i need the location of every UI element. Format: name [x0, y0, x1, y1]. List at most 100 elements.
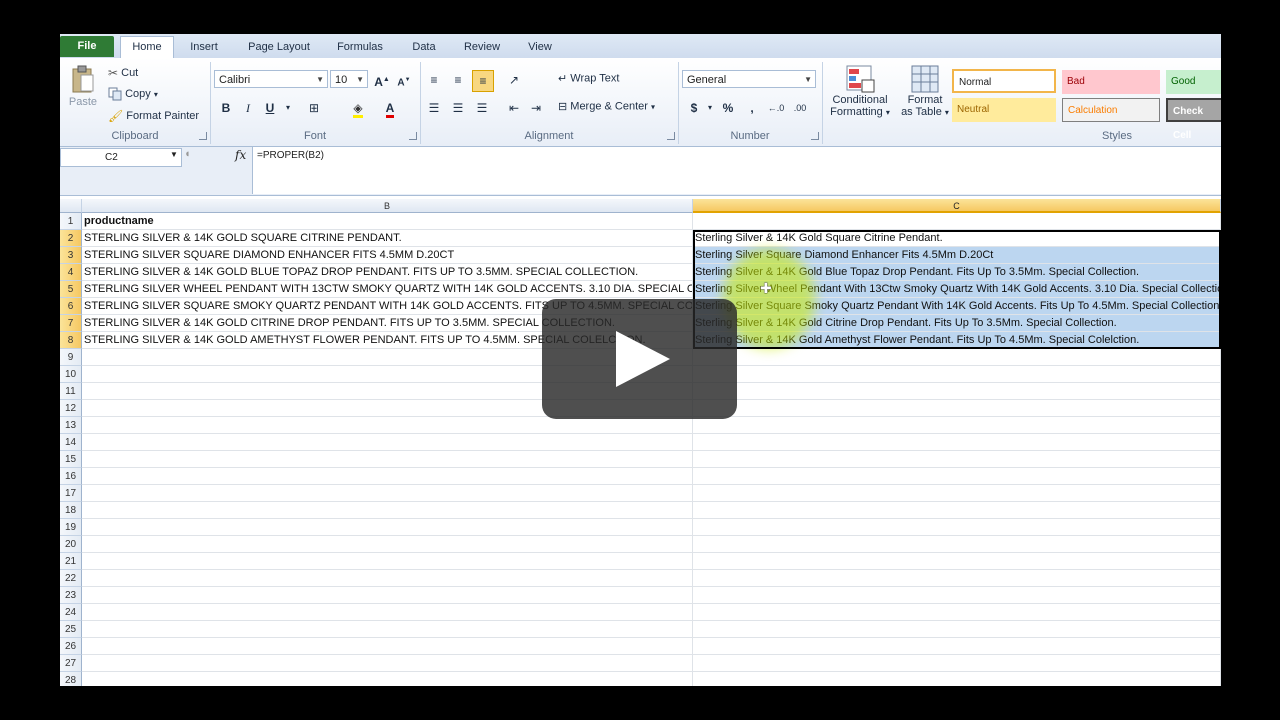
row-header[interactable]: 16 [60, 468, 82, 485]
cell-b[interactable] [82, 638, 693, 655]
row-header[interactable]: 19 [60, 519, 82, 536]
row-header[interactable]: 26 [60, 638, 82, 655]
cell-c[interactable] [693, 621, 1221, 638]
cell-c[interactable] [693, 451, 1221, 468]
cell-c[interactable]: Sterling Silver & 14K Gold Square Citrin… [693, 230, 1221, 247]
style-normal[interactable]: Normal [952, 69, 1056, 93]
cell-c[interactable] [693, 604, 1221, 621]
paste-button[interactable]: Paste [68, 64, 98, 108]
cell-c[interactable] [693, 485, 1221, 502]
cell-c[interactable] [693, 417, 1221, 434]
row-header[interactable]: 1 [60, 213, 82, 230]
increase-indent-button[interactable]: ⇥ [526, 98, 546, 118]
align-center-button[interactable]: ☰ [448, 98, 468, 118]
row-header[interactable]: 17 [60, 485, 82, 502]
bold-button[interactable]: B [216, 98, 236, 118]
row-header[interactable]: 23 [60, 587, 82, 604]
cell-b[interactable]: productname [82, 213, 693, 230]
cell-c[interactable] [693, 434, 1221, 451]
cell-c[interactable] [693, 213, 1221, 230]
row-header[interactable]: 25 [60, 621, 82, 638]
top-align-button[interactable]: ≡ [424, 70, 444, 90]
name-box-dropdown-icon[interactable]: ▼ [170, 150, 178, 159]
cell-c[interactable] [693, 587, 1221, 604]
style-bad[interactable]: Bad [1062, 70, 1160, 94]
bottom-align-button[interactable]: ≡ [472, 70, 494, 92]
select-all-corner[interactable] [60, 199, 82, 213]
cell-b[interactable] [82, 417, 693, 434]
column-header-c[interactable]: C [693, 199, 1221, 213]
style-good[interactable]: Good [1166, 70, 1221, 94]
number-launcher-icon[interactable] [811, 132, 819, 140]
cell-c[interactable]: Sterling Silver Wheel Pendant With 13Ctw… [693, 281, 1221, 298]
row-header[interactable]: 13 [60, 417, 82, 434]
comma-button[interactable]: , [742, 98, 762, 118]
cell-c[interactable]: Sterling Silver & 14K Gold Blue Topaz Dr… [693, 264, 1221, 281]
shrink-font-button[interactable]: A▼ [394, 70, 414, 90]
font-launcher-icon[interactable] [409, 132, 417, 140]
cell-b[interactable] [82, 672, 693, 686]
cell-c[interactable]: Sterling Silver Square Diamond Enhancer … [693, 247, 1221, 264]
tab-file[interactable]: File [60, 36, 114, 57]
currency-dropdown-icon[interactable]: ▾ [700, 98, 720, 118]
row-header[interactable]: 7 [60, 315, 82, 332]
insert-function-icon[interactable]: fx [235, 148, 246, 162]
play-button[interactable] [542, 299, 737, 419]
percent-button[interactable]: % [718, 98, 738, 118]
cut-button[interactable]: ✂ Cut [108, 66, 138, 80]
row-header[interactable]: 14 [60, 434, 82, 451]
align-left-button[interactable]: ☰ [424, 98, 444, 118]
wrap-text-button[interactable]: ↵ Wrap Text [558, 72, 619, 85]
row-header[interactable]: 27 [60, 655, 82, 672]
row-header[interactable]: 9 [60, 349, 82, 366]
cell-c[interactable] [693, 638, 1221, 655]
decrease-indent-button[interactable]: ⇤ [504, 98, 524, 118]
copy-dropdown-icon[interactable]: ▾ [154, 90, 158, 99]
row-header[interactable]: 22 [60, 570, 82, 587]
row-header[interactable]: 24 [60, 604, 82, 621]
row-header[interactable]: 11 [60, 383, 82, 400]
row-header[interactable]: 28 [60, 672, 82, 686]
cell-b[interactable] [82, 604, 693, 621]
format-painter-button[interactable]: 🖌 Format Painter [108, 109, 199, 123]
merge-center-button[interactable]: ⊟ Merge & Center ▾ [558, 100, 655, 113]
cell-b[interactable] [82, 553, 693, 570]
fill-color-button[interactable]: ◈ [348, 98, 368, 118]
tab-data[interactable]: Data [400, 37, 448, 57]
format-as-table-button[interactable]: Format as Table ▾ [898, 64, 952, 118]
cell-c[interactable] [693, 502, 1221, 519]
cell-c[interactable] [693, 366, 1221, 383]
cell-c[interactable]: Sterling Silver Square Smoky Quartz Pend… [693, 298, 1221, 315]
name-box[interactable]: C2 [60, 148, 182, 167]
row-header[interactable]: 15 [60, 451, 82, 468]
row-header[interactable]: 12 [60, 400, 82, 417]
orientation-button[interactable]: ↗ [504, 70, 524, 90]
decrease-decimal-button[interactable]: .00 [790, 98, 810, 118]
tab-view[interactable]: View [516, 37, 564, 57]
underline-dropdown-icon[interactable]: ▾ [278, 98, 298, 118]
cell-c[interactable] [693, 536, 1221, 553]
formula-input[interactable]: =PROPER(B2) [252, 147, 1221, 194]
cell-b[interactable] [82, 502, 693, 519]
tab-home[interactable]: Home [120, 36, 174, 58]
cell-b[interactable]: STERLING SILVER WHEEL PENDANT WITH 13CTW… [82, 281, 693, 298]
cell-c[interactable] [693, 383, 1221, 400]
increase-decimal-button[interactable]: ←.0 [766, 98, 786, 118]
row-header[interactable]: 4 [60, 264, 82, 281]
cell-b[interactable]: STERLING SILVER & 14K GOLD SQUARE CITRIN… [82, 230, 693, 247]
cell-b[interactable] [82, 468, 693, 485]
cell-c[interactable] [693, 672, 1221, 686]
italic-button[interactable]: I [238, 98, 258, 118]
alignment-launcher-icon[interactable] [667, 132, 675, 140]
tab-page-layout[interactable]: Page Layout [238, 37, 320, 57]
cell-c[interactable] [693, 400, 1221, 417]
underline-button[interactable]: U [260, 98, 280, 118]
cell-c[interactable] [693, 553, 1221, 570]
conditional-formatting-button[interactable]: Conditional Formatting ▾ [826, 64, 894, 118]
row-header[interactable]: 10 [60, 366, 82, 383]
tab-review[interactable]: Review [456, 37, 508, 57]
align-right-button[interactable]: ☰ [472, 98, 492, 118]
cell-b[interactable] [82, 519, 693, 536]
style-neutral[interactable]: Neutral [952, 98, 1056, 122]
row-header[interactable]: 6 [60, 298, 82, 315]
